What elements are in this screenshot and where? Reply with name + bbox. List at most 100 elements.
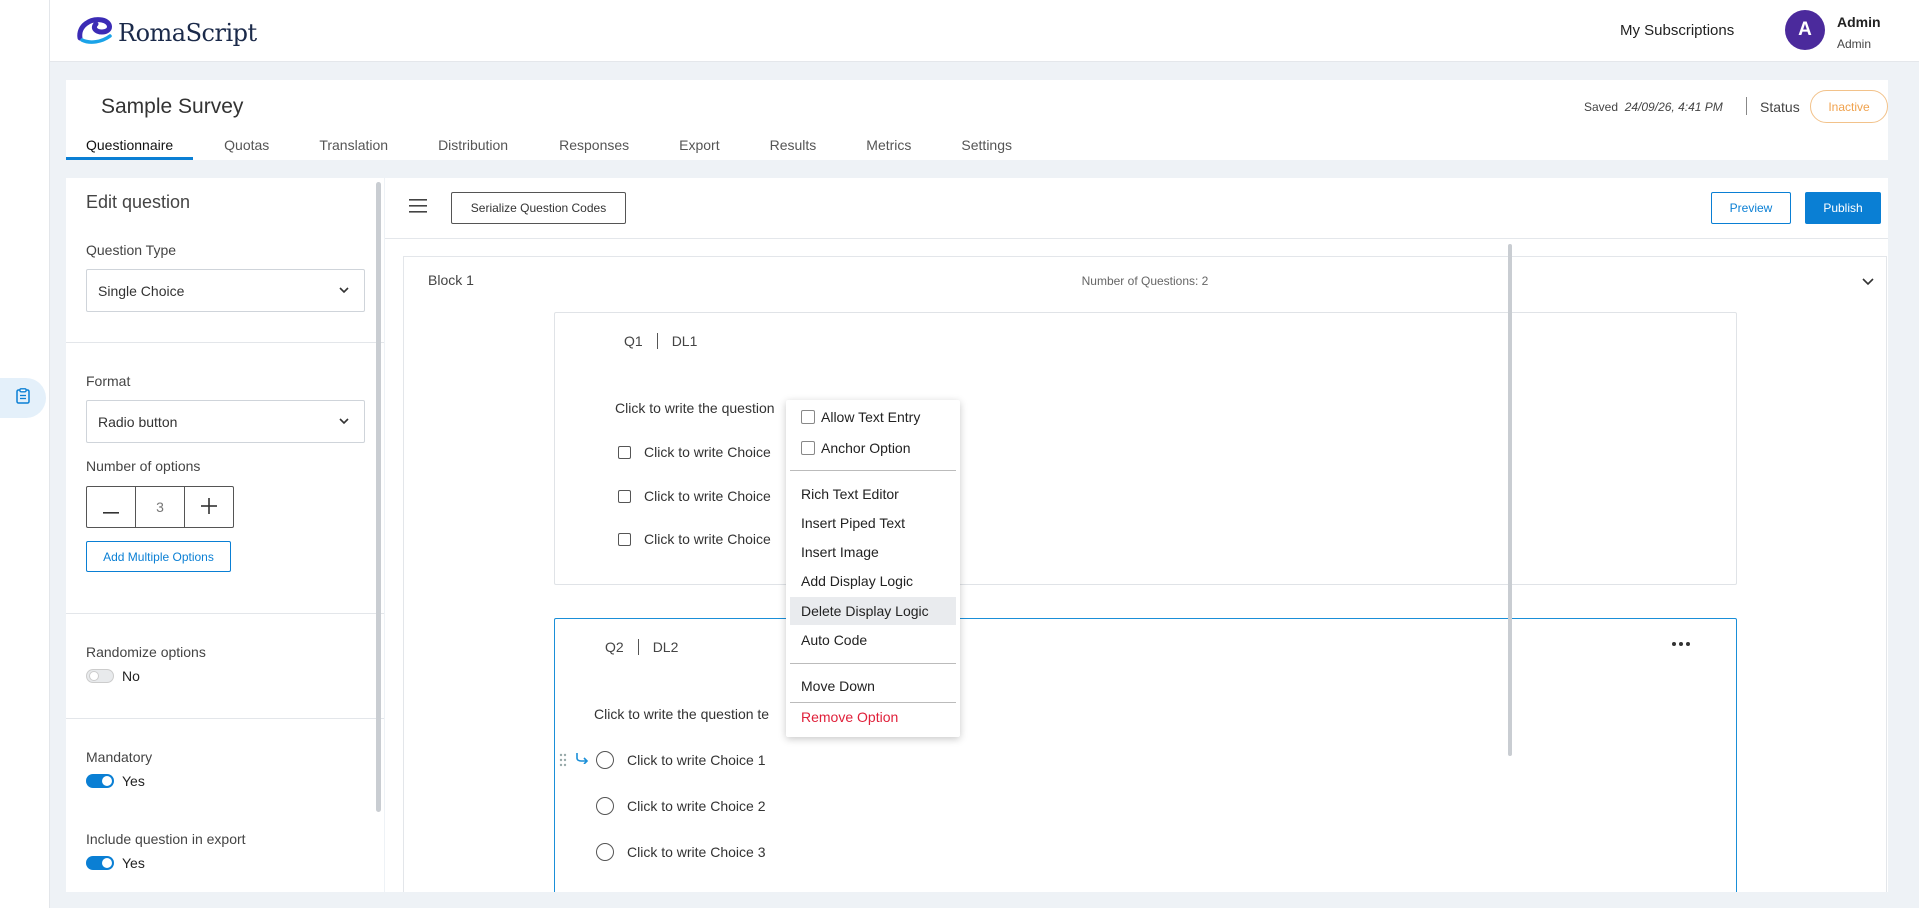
menu-item-delete-display-logic[interactable]: Delete Display Logic [790, 597, 956, 625]
mandatory-value: Yes [122, 773, 145, 789]
menu-item-insert-piped-text[interactable]: Insert Piped Text [790, 509, 956, 537]
brand-name: RomaScript [118, 18, 257, 47]
survey-editor: Serialize Question Codes Preview Publish… [385, 178, 1888, 892]
randomize-toggle[interactable] [86, 669, 114, 683]
drag-handle-icon[interactable] [559, 753, 567, 772]
include-export-toggle-row: Yes [86, 855, 145, 871]
question-card-active[interactable]: Q2 DL2 Click to write the question te Cl… [554, 618, 1737, 892]
option-context-menu: Allow Text Entry Anchor Option Rich Text… [786, 400, 960, 737]
list-item[interactable]: Click to write Choice [618, 488, 771, 504]
list-item[interactable]: Click to write Choice 1 [596, 751, 766, 769]
survey-block: Block 1 Number of Questions: 2 Q1 DL1 Cl… [403, 256, 1887, 892]
divider [637, 639, 639, 655]
more-options-icon[interactable] [1672, 642, 1690, 646]
preview-button[interactable]: Preview [1711, 192, 1791, 224]
checkbox[interactable] [618, 445, 631, 459]
panel-scrollbar[interactable] [376, 182, 381, 812]
checkbox[interactable] [801, 410, 815, 424]
choice-label[interactable]: Click to write Choice [644, 444, 771, 460]
edit-panel-title: Edit question [86, 192, 191, 212]
toggle-knob [102, 776, 112, 786]
increment-button[interactable] [185, 487, 233, 527]
question-code[interactable]: Q1 [624, 333, 643, 349]
radio-button[interactable] [596, 797, 614, 815]
choice-label[interactable]: Click to write Choice 3 [627, 844, 766, 860]
display-logic-code[interactable]: DL1 [672, 333, 698, 349]
decrement-button[interactable] [87, 487, 135, 527]
display-logic-code[interactable]: DL2 [653, 639, 679, 655]
mandatory-label: Mandatory [86, 749, 153, 765]
choice-label[interactable]: Click to write Choice 1 [627, 752, 766, 768]
question-text[interactable]: Click to write the question [615, 400, 775, 416]
chevron-down-icon [338, 414, 350, 430]
randomize-toggle-row: No [86, 668, 140, 684]
question-type-select[interactable]: Single Choice [86, 269, 365, 312]
checkbox[interactable] [618, 489, 631, 503]
tab-distribution[interactable]: Distribution [408, 135, 528, 160]
question-header: Q2 DL2 [605, 639, 678, 655]
menu-item-insert-image[interactable]: Insert Image [790, 538, 956, 566]
checkbox[interactable] [618, 532, 631, 546]
choice-label[interactable]: Click to write Choice 2 [627, 798, 766, 814]
divider [385, 238, 1888, 239]
tab-translation[interactable]: Translation [289, 135, 408, 160]
tab-results[interactable]: Results [740, 135, 837, 160]
menu-item-anchor-option[interactable]: Anchor Option [790, 434, 956, 462]
checkbox[interactable] [801, 441, 815, 455]
brand-logo[interactable]: RomaScript [76, 14, 257, 51]
tab-metrics[interactable]: Metrics [836, 135, 931, 160]
menu-item-label: Allow Text Entry [821, 409, 921, 425]
saved-time: 24/09/26, 4:41 PM [1624, 100, 1723, 114]
question-type-value: Single Choice [98, 282, 185, 299]
randomize-value: No [122, 668, 140, 684]
menu-item-add-display-logic[interactable]: Add Display Logic [790, 567, 956, 595]
menu-item-rich-text-editor[interactable]: Rich Text Editor [790, 480, 956, 508]
menu-icon[interactable] [409, 199, 427, 218]
logo-mark-icon [76, 14, 116, 51]
publish-button[interactable]: Publish [1805, 192, 1881, 224]
randomize-label: Randomize options [86, 644, 206, 660]
menu-item-remove-option[interactable]: Remove Option [790, 703, 956, 731]
serialize-codes-button[interactable]: Serialize Question Codes [451, 192, 626, 224]
question-card[interactable]: Q1 DL1 Click to write the question Click… [554, 312, 1737, 585]
chevron-down-icon[interactable] [1861, 274, 1875, 293]
choice-label[interactable]: Click to write Choice [644, 531, 771, 547]
list-item[interactable]: Click to write Choice 3 [596, 843, 766, 861]
list-item[interactable]: Click to write Choice 2 [596, 797, 766, 815]
menu-item-label: Anchor Option [821, 440, 911, 456]
toggle-knob [89, 671, 99, 681]
list-item[interactable]: Click to write Choice [618, 444, 771, 460]
menu-item-allow-text-entry[interactable]: Allow Text Entry [790, 403, 956, 431]
num-options-value[interactable]: 3 [135, 487, 185, 527]
left-rail [0, 0, 50, 908]
include-export-toggle[interactable] [86, 856, 114, 870]
page-title: Sample Survey [101, 95, 244, 118]
branch-arrow-icon[interactable] [575, 751, 589, 769]
radio-button[interactable] [596, 843, 614, 861]
my-subscriptions-link[interactable]: My Subscriptions [1620, 22, 1734, 39]
avatar[interactable]: A [1785, 10, 1825, 50]
include-export-value: Yes [122, 855, 145, 871]
block-question-count: Number of Questions: 2 [1081, 274, 1209, 288]
tab-settings[interactable]: Settings [931, 135, 1032, 160]
question-code[interactable]: Q2 [605, 639, 624, 655]
add-multiple-options-button[interactable]: Add Multiple Options [86, 541, 231, 572]
tab-quotas[interactable]: Quotas [193, 135, 289, 160]
question-text[interactable]: Click to write the question te [594, 706, 769, 722]
menu-item-move-down[interactable]: Move Down [790, 672, 956, 700]
divider [66, 613, 384, 614]
choice-label[interactable]: Click to write Choice [644, 488, 771, 504]
status-badge[interactable]: Inactive [1810, 90, 1888, 123]
format-select[interactable]: Radio button [86, 400, 365, 443]
mandatory-toggle[interactable] [86, 774, 114, 788]
editor-scrollbar[interactable] [1508, 244, 1512, 756]
tab-responses[interactable]: Responses [528, 135, 649, 160]
radio-button[interactable] [596, 751, 614, 769]
rail-item-questionnaire[interactable] [0, 378, 46, 418]
list-item[interactable]: Click to write Choice [618, 531, 771, 547]
tab-questionnaire[interactable]: Questionnaire [66, 135, 194, 160]
format-value: Radio button [98, 413, 178, 430]
divider [790, 663, 956, 664]
tab-export[interactable]: Export [649, 135, 739, 160]
menu-item-auto-code[interactable]: Auto Code [790, 626, 956, 654]
